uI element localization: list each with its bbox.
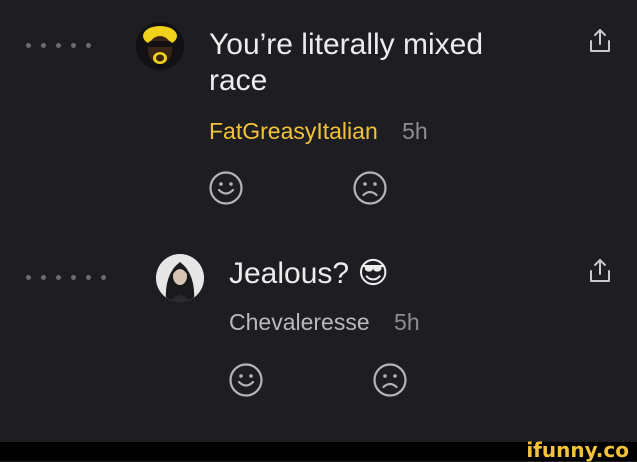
comment-2: Jealous? 😎 Chevaleresse 5h	[0, 220, 637, 442]
comment-meta: FatGreasyItalian 5h	[209, 117, 428, 145]
dark-haired-woman-avatar-icon	[156, 254, 204, 302]
comment-1: You’re literally mixed race FatGreasyIta…	[0, 0, 637, 220]
username[interactable]: FatGreasyItalian	[209, 118, 378, 144]
user-avatar[interactable]	[136, 22, 184, 70]
share-icon[interactable]	[588, 28, 612, 54]
thread-depth-dots	[26, 43, 91, 48]
sunglasses-emoji: 😎	[357, 257, 389, 290]
timestamp: 5h	[402, 118, 428, 144]
smile-react-icon[interactable]	[228, 362, 264, 398]
yellow-haired-avatar-icon	[136, 22, 184, 70]
comment-text: You’re literally mixed race	[209, 28, 484, 97]
frown-react-icon[interactable]	[352, 170, 388, 206]
timestamp: 5h	[394, 309, 420, 335]
comment-text: Jealous? 😎	[229, 257, 389, 290]
thread-depth-dots	[26, 275, 106, 280]
username[interactable]: Chevaleresse	[229, 309, 370, 335]
user-avatar[interactable]	[156, 254, 204, 302]
ifunny-watermark: ifunny.co	[526, 438, 629, 462]
smile-react-icon[interactable]	[208, 170, 244, 206]
comment-meta: Chevaleresse 5h	[229, 308, 420, 336]
share-icon[interactable]	[588, 258, 612, 284]
frown-react-icon[interactable]	[372, 362, 408, 398]
